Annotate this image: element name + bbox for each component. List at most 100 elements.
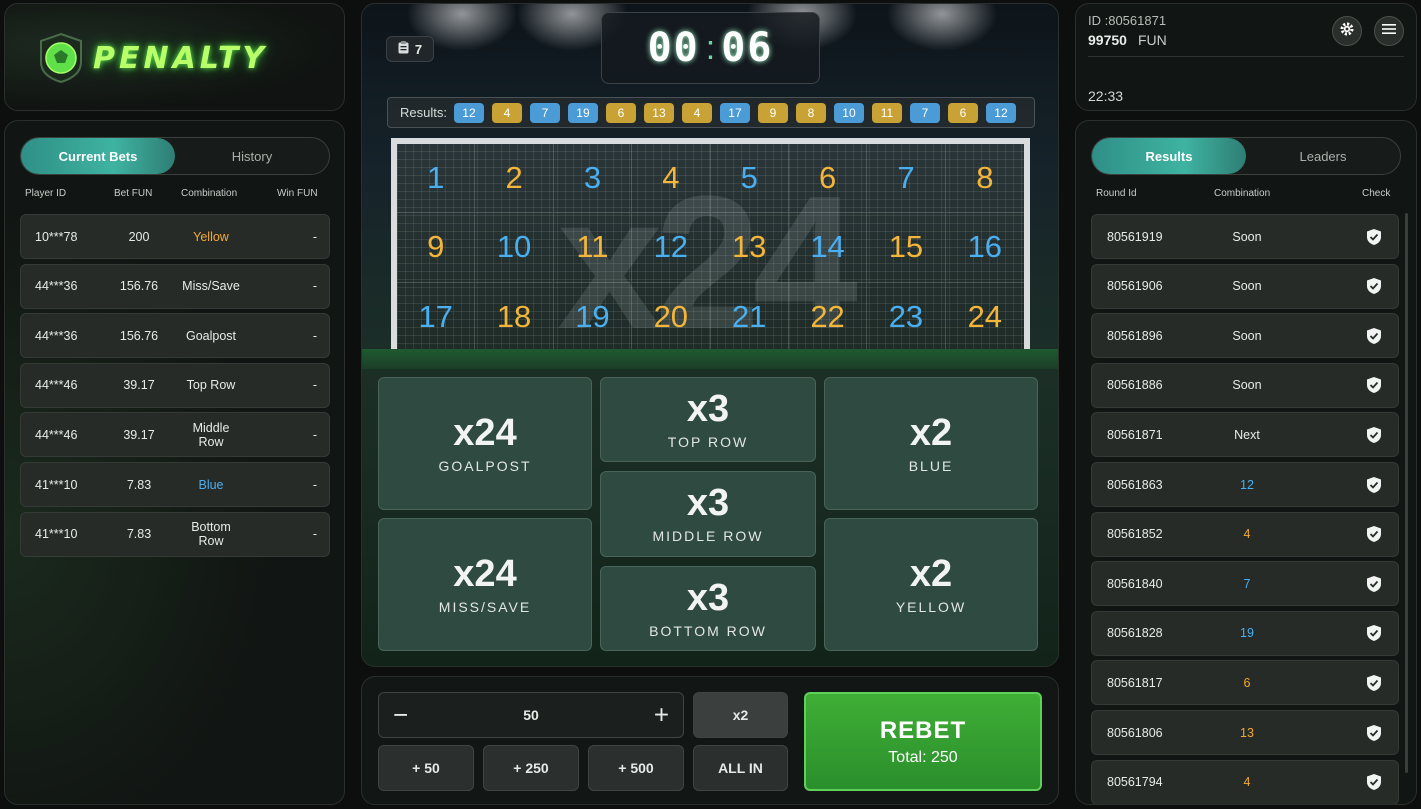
stake-value[interactable]: 50 [379, 707, 683, 723]
user-id: ID :80561871 [1088, 13, 1167, 28]
goal-cell[interactable]: 18 [475, 282, 554, 352]
round-combination: 6 [1243, 675, 1251, 690]
goal-cell[interactable]: 7 [867, 144, 946, 214]
round-combination: Soon [1232, 328, 1262, 343]
bet-bottom-row-button[interactable]: x3 BOTTOM ROW [600, 566, 816, 651]
goal-cell[interactable]: 8 [945, 144, 1024, 214]
round-combination: 4 [1243, 775, 1251, 790]
bet-combination: Middle Row [192, 420, 230, 449]
countdown-timer: 00 : 06 [601, 12, 820, 84]
bet-player-id: 44***36 [35, 328, 78, 343]
shield-check-icon[interactable] [1366, 228, 1382, 246]
tab-history[interactable]: History [175, 138, 329, 174]
shield-check-icon[interactable] [1366, 575, 1382, 593]
goal-cell[interactable]: 12 [632, 213, 711, 283]
round-counter[interactable]: 7 [386, 36, 434, 62]
round-id: 80561886 [1107, 378, 1163, 393]
round-id: 80561828 [1107, 626, 1163, 641]
tab-results[interactable]: Results [1092, 138, 1246, 174]
tab-leaders[interactable]: Leaders [1246, 138, 1400, 174]
shield-check-icon[interactable] [1366, 773, 1382, 791]
bet-row: 44***46 39.17 Top Row - [20, 362, 330, 408]
results-tabs: Results Leaders [1091, 137, 1401, 175]
bet-win: - [312, 378, 317, 393]
goal-cell[interactable]: 17 [397, 282, 476, 352]
shield-check-icon[interactable] [1366, 277, 1382, 295]
increase-stake-button[interactable]: + [654, 700, 669, 731]
goal-cell[interactable]: 13 [710, 213, 789, 283]
col-round-id: Round Id [1096, 188, 1137, 199]
bet-amount: 39.17 [123, 427, 155, 442]
bet-blue-button[interactable]: x2 BLUE [824, 377, 1038, 510]
result-row: 80561828 19 [1091, 610, 1399, 656]
add-250-button[interactable]: + 250 [483, 745, 579, 791]
bet-top-row-button[interactable]: x3 TOP ROW [600, 377, 816, 462]
bet-row: 44***36 156.76 Goalpost - [20, 313, 330, 359]
goal-cell[interactable]: 6 [788, 144, 868, 214]
goal-cell[interactable]: 22 [789, 282, 868, 352]
shield-check-icon[interactable] [1366, 327, 1382, 345]
round-combination: Soon [1232, 279, 1262, 294]
bet-goalpost-button[interactable]: x24 GOALPOST [378, 377, 592, 510]
goal-cell[interactable]: 24 [946, 283, 1024, 352]
shield-check-icon[interactable] [1366, 376, 1382, 394]
goal-cell[interactable]: 16 [945, 213, 1024, 283]
rebet-button[interactable]: REBET Total: 250 [804, 692, 1042, 791]
goal-cell[interactable]: 9 [397, 213, 476, 283]
col-player-id: Player ID [25, 188, 67, 199]
goal-cell[interactable]: 5 [710, 144, 789, 214]
all-in-button[interactable]: ALL IN [693, 745, 788, 791]
shield-check-icon[interactable] [1366, 624, 1382, 642]
goal-cell[interactable]: 20 [632, 282, 711, 352]
round-id: 80561896 [1107, 328, 1163, 343]
shield-check-icon[interactable] [1366, 426, 1382, 444]
clock: 22:33 [1088, 88, 1124, 104]
recent-results-strip: Results: 12 4 7 19 6 13 4 17 9 8 10 11 7 6 12 [387, 97, 1035, 128]
goal-cell[interactable]: 19 [554, 282, 633, 352]
menu-button[interactable] [1374, 16, 1404, 46]
bet-yellow-button[interactable]: x2 YELLOW [824, 518, 1038, 651]
result-chip: 17 [719, 102, 750, 123]
result-row: 80561896 Soon [1091, 313, 1399, 359]
goal-cell[interactable]: 10 [475, 213, 554, 283]
goal-cell[interactable]: 21 [711, 282, 789, 352]
bet-controls-panel: − 50 + x2 + 50 + 250 + 500 ALL IN REBET … [361, 676, 1059, 805]
goal-cell[interactable]: 1 [397, 144, 476, 214]
goal-cell[interactable]: 3 [553, 144, 633, 214]
goal-cell[interactable]: 15 [867, 213, 946, 283]
result-chip: 8 [795, 102, 826, 123]
result-row: 80561852 4 [1091, 511, 1399, 557]
goal-cell[interactable]: 14 [788, 213, 868, 283]
round-id: 80561794 [1107, 775, 1163, 790]
goal-cell[interactable]: 11 [553, 213, 633, 283]
gear-icon [1339, 21, 1355, 42]
goal-cell[interactable]: 23 [867, 282, 946, 352]
settings-button[interactable] [1332, 16, 1362, 46]
add-50-button[interactable]: + 50 [378, 745, 474, 791]
shield-check-icon[interactable] [1366, 476, 1382, 494]
tab-current-bets[interactable]: Current Bets [21, 138, 175, 174]
current-bets-panel: Current Bets History Player ID Bet FUN C… [4, 120, 345, 805]
logo-panel: PENALTY [4, 3, 345, 111]
round-id: 80561806 [1107, 725, 1163, 740]
add-500-button[interactable]: + 500 [588, 745, 684, 791]
goal-cell[interactable]: 4 [632, 144, 711, 214]
bet-miss-save-button[interactable]: x24 MISS/SAVE [378, 518, 592, 651]
stake-stepper: − 50 + [378, 692, 684, 738]
blue-label: BLUE [908, 457, 954, 474]
goal-cell[interactable]: 2 [475, 144, 554, 214]
round-id: 80561906 [1107, 279, 1163, 294]
bet-amount: 7.83 [126, 527, 152, 542]
bet-middle-row-button[interactable]: x3 MIDDLE ROW [600, 471, 816, 557]
bet-win: - [312, 328, 317, 343]
double-stake-button[interactable]: x2 [693, 692, 788, 738]
result-chip: 7 [529, 102, 560, 123]
bet-combination: Top Row [186, 378, 236, 393]
bet-combination: Bottom Row [191, 520, 231, 549]
bet-win: - [312, 427, 317, 442]
shield-check-icon[interactable] [1366, 525, 1382, 543]
results-panel: Results Leaders Round Id Combination Che… [1075, 120, 1417, 805]
shield-check-icon[interactable] [1366, 724, 1382, 742]
results-scrollbar[interactable] [1405, 213, 1408, 773]
shield-check-icon[interactable] [1366, 674, 1382, 692]
